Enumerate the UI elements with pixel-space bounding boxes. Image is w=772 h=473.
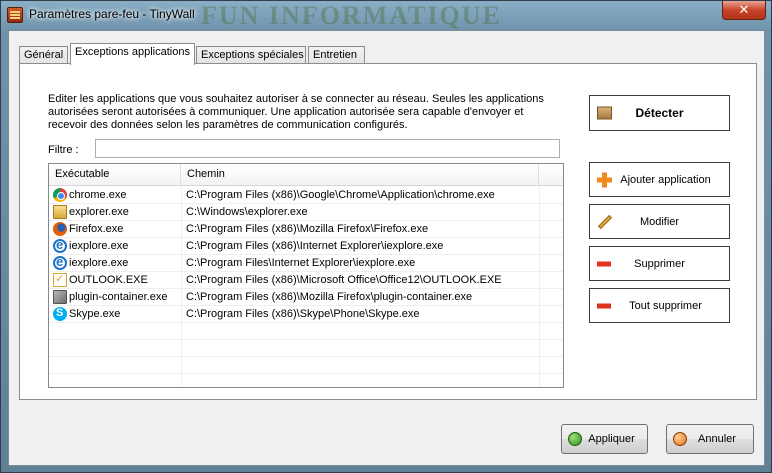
detect-button[interactable]: Détecter (589, 95, 730, 131)
row-path: C:\Program Files (x86)\Mozilla Firefox\F… (186, 223, 429, 235)
table-row[interactable]: OUTLOOK.EXE C:\Program Files (x86)\Micros… (49, 272, 563, 289)
tab-general[interactable]: Général (19, 46, 68, 64)
apply-label: Appliquer (588, 433, 635, 445)
delete-button[interactable]: Supprimer (589, 246, 730, 281)
row-executable: iexplore.exe (69, 257, 129, 269)
modify-label: Modifier (639, 215, 680, 228)
tab-exceptions-applications[interactable]: Exceptions applications (70, 43, 195, 65)
outlook-icon (53, 272, 67, 287)
plugin-icon (53, 290, 67, 304)
dialog-client-area: Général Exceptions applications Exceptio… (8, 30, 765, 466)
apply-button[interactable]: Appliquer (561, 424, 648, 454)
filter-input[interactable] (95, 139, 560, 158)
row-path: C:\Program Files (x86)\Skype\Phone\Skype… (186, 308, 420, 320)
row-path: C:\Program Files (x86)\Microsoft Office\… (186, 274, 502, 286)
table-row[interactable]: iexplore.exe C:\Program Files\Internet Ex… (49, 254, 563, 272)
row-executable: plugin-container.exe (69, 291, 168, 303)
cancel-button[interactable]: Annuler (666, 424, 754, 454)
add-application-label: Ajouter application (620, 173, 711, 186)
list-header: Exécutable Chemin (49, 164, 563, 186)
window-title: Paramètres pare-feu - TinyWall (29, 7, 195, 21)
applications-list[interactable]: Exécutable Chemin chrome.exe C:\Program F… (48, 163, 564, 388)
table-row[interactable]: Skype.exe C:\Program Files (x86)\Skype\Ph… (49, 306, 563, 323)
empty-row (49, 357, 563, 374)
row-executable: chrome.exe (69, 189, 127, 201)
column-divider (539, 186, 540, 387)
row-executable: Skype.exe (69, 308, 121, 320)
cancel-label: Annuler (698, 433, 736, 445)
tab-entretien[interactable]: Entretien (308, 46, 365, 64)
table-row[interactable]: chrome.exe C:\Program Files (x86)\Google\… (49, 187, 563, 204)
detect-button-label: Détecter (635, 106, 684, 120)
tinywall-app-icon (7, 7, 23, 23)
empty-row (49, 340, 563, 357)
watermark-logo: FUN INFORMATIQUE (201, 1, 502, 30)
row-executable: OUTLOOK.EXE (69, 274, 148, 286)
table-row[interactable]: Firefox.exe C:\Program Files (x86)\Mozill… (49, 221, 563, 238)
close-button[interactable]: ✕ (722, 1, 766, 20)
firefox-icon (53, 222, 67, 236)
column-divider (181, 186, 182, 387)
row-path: C:\Program Files (x86)\Google\Chrome\App… (186, 189, 495, 201)
row-path: C:\Program Files (x86)\Mozilla Firefox\p… (186, 291, 473, 303)
row-path: C:\Program Files\Internet Explorer\iexpl… (186, 257, 416, 269)
skype-icon (53, 307, 67, 321)
table-row[interactable]: iexplore.exe C:\Program Files (x86)\Inter… (49, 237, 563, 255)
chrome-icon (53, 188, 67, 202)
delete-all-label: Tout supprimer (629, 299, 702, 312)
filter-label: Filtre : (48, 144, 79, 156)
row-executable: Firefox.exe (69, 223, 124, 235)
tinywall-settings-window: Paramètres pare-feu - TinyWall FUN INFOR… (0, 0, 772, 473)
empty-row (49, 323, 563, 340)
row-executable: iexplore.exe (69, 240, 129, 252)
panel-description: Editer les applications que vous souhait… (48, 93, 544, 131)
title-bar[interactable]: Paramètres pare-feu - TinyWall FUN INFOR… (1, 1, 771, 30)
row-path: C:\Program Files (x86)\Internet Explorer… (186, 240, 444, 252)
explorer-icon (53, 205, 67, 219)
row-executable: explorer.exe (69, 206, 129, 218)
column-header-path[interactable]: Chemin (181, 164, 539, 186)
ie-icon (53, 254, 67, 270)
modify-button[interactable]: Modifier (589, 204, 730, 239)
add-application-button[interactable]: Ajouter application (589, 162, 730, 197)
table-row[interactable]: explorer.exe C:\Windows\explorer.exe (49, 204, 563, 221)
column-header-executable[interactable]: Exécutable (49, 164, 181, 186)
delete-all-button[interactable]: Tout supprimer (589, 288, 730, 323)
empty-row (49, 374, 563, 387)
list-rows: chrome.exe C:\Program Files (x86)\Google\… (49, 187, 563, 387)
table-row[interactable]: plugin-container.exe C:\Program Files (x8… (49, 289, 563, 306)
tab-panel: Editer les applications que vous souhait… (19, 63, 757, 400)
ie-icon (53, 237, 67, 253)
row-path: C:\Windows\explorer.exe (186, 206, 308, 218)
delete-label: Supprimer (634, 257, 685, 270)
tab-exceptions-speciales[interactable]: Exceptions spéciales (196, 46, 306, 64)
